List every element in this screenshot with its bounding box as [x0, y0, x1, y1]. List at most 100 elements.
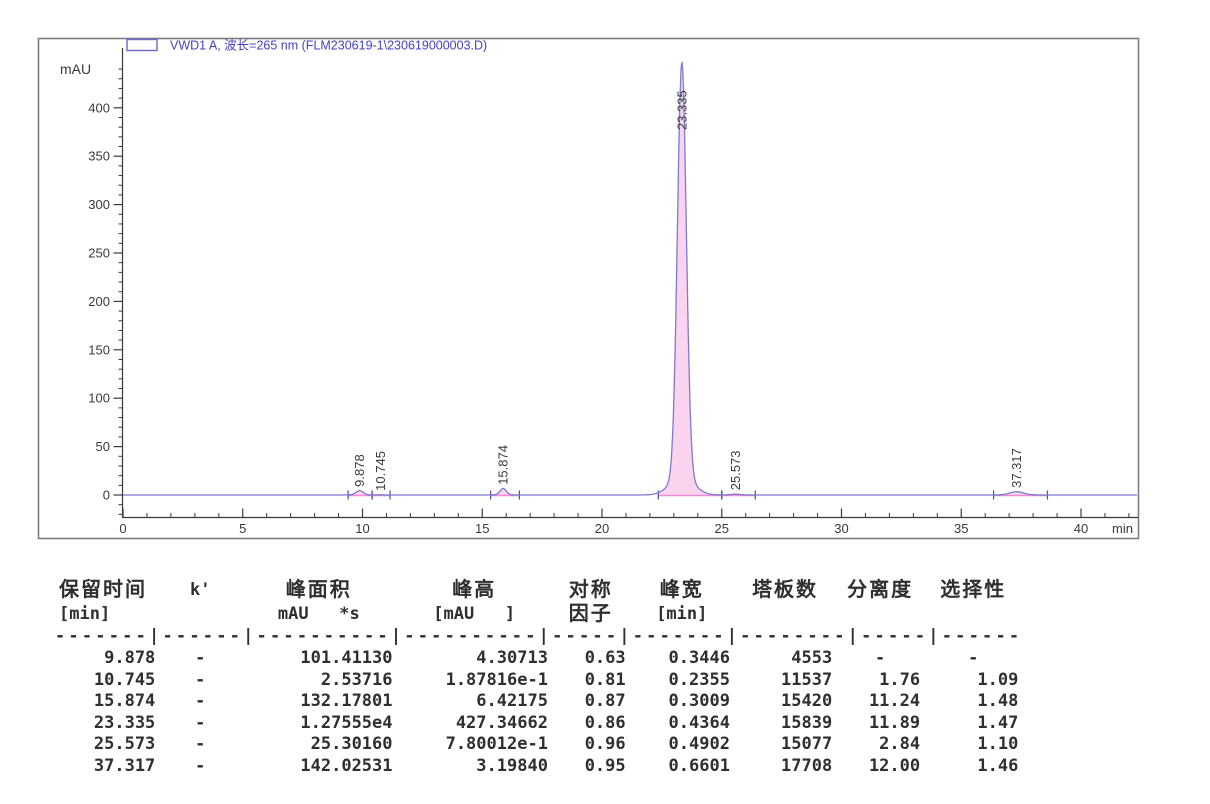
- column-header: 保留时间: [55, 578, 159, 603]
- table-header-row: 保留时间k'峰面积峰高对称峰宽塔板数分离度选择性: [55, 578, 1022, 603]
- table-cell: 0.6601: [630, 756, 734, 778]
- peak-retention-label: 25.573: [728, 450, 743, 490]
- column-units: [mAU ]: [397, 603, 552, 626]
- table-cell: 3.19840: [397, 756, 552, 778]
- table-cell: 1.10: [924, 734, 1022, 756]
- table-cell: 37.317: [55, 756, 159, 778]
- table-cell: 4553: [734, 648, 836, 670]
- table-row: 25.573-25.301607.80012e-10.960.490215077…: [55, 734, 1022, 756]
- peak-results-table: 保留时间k'峰面积峰高对称峰宽塔板数分离度选择性[min] mAU *s[mAU …: [55, 578, 1022, 777]
- y-tick-label: 0: [103, 488, 110, 503]
- table-cell: 1.87816e-1: [397, 670, 552, 692]
- table-row: 9.878-101.411304.307130.630.34464553--: [55, 648, 1022, 670]
- table-cell: 10.745: [55, 670, 159, 692]
- column-units: 因子: [552, 603, 630, 626]
- plot-frame: [39, 39, 1139, 539]
- table-cell: 15077: [734, 734, 836, 756]
- table-cell: 4.30713: [397, 648, 552, 670]
- table-cell: 0.4364: [630, 713, 734, 735]
- peak-retention-label: 23.335: [674, 90, 689, 130]
- table-row: 37.317-142.025313.198400.950.66011770812…: [55, 756, 1022, 778]
- peak-results-table-wrap: 保留时间k'峰面积峰高对称峰宽塔板数分离度选择性[min] mAU *s[mAU …: [55, 578, 1022, 777]
- table-cell: 12.00: [836, 756, 924, 778]
- table-cell: 15.874: [55, 691, 159, 713]
- table-cell: -: [924, 648, 1022, 670]
- table-cell: 17708: [734, 756, 836, 778]
- column-units: [min]: [630, 603, 734, 626]
- x-tick-label: 10: [355, 521, 369, 536]
- table-cell: 0.86: [552, 713, 630, 735]
- y-tick-label: 150: [88, 342, 110, 357]
- y-tick-label: 50: [96, 439, 110, 454]
- column-units: [924, 603, 1022, 626]
- table-cell: 0.87: [552, 691, 630, 713]
- column-units: [159, 603, 241, 626]
- column-header: 塔板数: [734, 578, 836, 603]
- peak-retention-label: 15.874: [496, 445, 511, 485]
- column-header: 峰高: [397, 578, 552, 603]
- column-header: 峰面积: [241, 578, 396, 603]
- x-tick-label: 40: [1074, 521, 1088, 536]
- table-row: 15.874-132.178016.421750.870.30091542011…: [55, 691, 1022, 713]
- y-tick-label: 300: [88, 197, 110, 212]
- table-cell: 0.3446: [630, 648, 734, 670]
- table-cell: -: [159, 691, 241, 713]
- x-tick-label: 15: [475, 521, 489, 536]
- table-cell: 142.02531: [241, 756, 396, 778]
- table-cell: -: [159, 734, 241, 756]
- column-units: [734, 603, 836, 626]
- table-cell: 0.63: [552, 648, 630, 670]
- table-cell: 2.84: [836, 734, 924, 756]
- table-cell: -: [159, 713, 241, 735]
- table-cell: 11537: [734, 670, 836, 692]
- table-cell: 15839: [734, 713, 836, 735]
- table-cell: 11.24: [836, 691, 924, 713]
- table-cell: 132.17801: [241, 691, 396, 713]
- table-cell: 25.30160: [241, 734, 396, 756]
- table-cell: 0.96: [552, 734, 630, 756]
- table-row: 10.745-2.537161.87816e-10.810.2355115371…: [55, 670, 1022, 692]
- y-axis-title: mAU: [60, 61, 91, 77]
- table-cell: 2.53716: [241, 670, 396, 692]
- table-units-row: [min]mAU *s[mAU ]因子[min]: [55, 603, 1022, 626]
- chromatogram-plot: VWD1 A, 波长=265 nm (FLM230619-1\230619000…: [0, 0, 1210, 560]
- y-tick-label: 350: [88, 149, 110, 164]
- table-cell: 0.2355: [630, 670, 734, 692]
- table-cell: 1.27555e4: [241, 713, 396, 735]
- table-cell: 0.3009: [630, 691, 734, 713]
- column-units: [min]: [55, 603, 159, 626]
- legend-swatch: [127, 40, 157, 51]
- table-cell: 15420: [734, 691, 836, 713]
- x-tick-label: 20: [595, 521, 609, 536]
- column-units: mAU *s: [241, 603, 396, 626]
- x-axis-title: min: [1112, 521, 1133, 536]
- table-cell: -: [836, 648, 924, 670]
- peak-retention-label: 9.878: [352, 454, 367, 487]
- table-cell: 1.47: [924, 713, 1022, 735]
- table-separator-row: -------|------|----------|----------|---…: [55, 626, 1022, 648]
- table-cell: 7.80012e-1: [397, 734, 552, 756]
- table-cell: 101.41130: [241, 648, 396, 670]
- x-tick-label: 0: [119, 521, 126, 536]
- column-header: 对称: [552, 578, 630, 603]
- x-tick-label: 35: [954, 521, 968, 536]
- column-header: k': [159, 578, 241, 603]
- table-cell: 23.335: [55, 713, 159, 735]
- column-units: [836, 603, 924, 626]
- table-cell: -: [159, 648, 241, 670]
- table-cell: 1.48: [924, 691, 1022, 713]
- legend-label: VWD1 A, 波长=265 nm (FLM230619-1\230619000…: [170, 39, 487, 53]
- y-tick-label: 200: [88, 294, 110, 309]
- separator-line: -------|------|----------|----------|---…: [55, 626, 1022, 648]
- table-cell: 11.89: [836, 713, 924, 735]
- peak-retention-label: 37.317: [1009, 448, 1024, 488]
- column-header: 选择性: [924, 578, 1022, 603]
- x-tick-label: 25: [715, 521, 729, 536]
- table-cell: 1.09: [924, 670, 1022, 692]
- table-cell: 427.34662: [397, 713, 552, 735]
- x-tick-label: 30: [834, 521, 848, 536]
- table-cell: 0.81: [552, 670, 630, 692]
- table-cell: 0.4902: [630, 734, 734, 756]
- peak-retention-label: 10.745: [373, 451, 388, 491]
- chromatogram-panel: VWD1 A, 波长=265 nm (FLM230619-1\230619000…: [0, 0, 1210, 560]
